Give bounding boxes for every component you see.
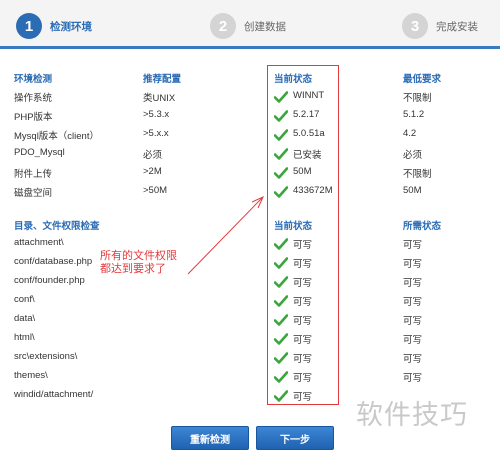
recheck-button[interactable]: 重新检测 bbox=[171, 426, 249, 450]
annotation-line-2: 都达到要求了 bbox=[100, 263, 166, 275]
watermark: 软件技巧 bbox=[356, 400, 468, 430]
annotation-arrow-icon bbox=[187, 195, 265, 275]
next-step-button[interactable]: 下一步 bbox=[256, 426, 334, 450]
annotation-line-1: 所有的文件权限 bbox=[100, 250, 177, 262]
annotation-note: 所有的文件权限 都达到要求了 bbox=[100, 250, 177, 276]
